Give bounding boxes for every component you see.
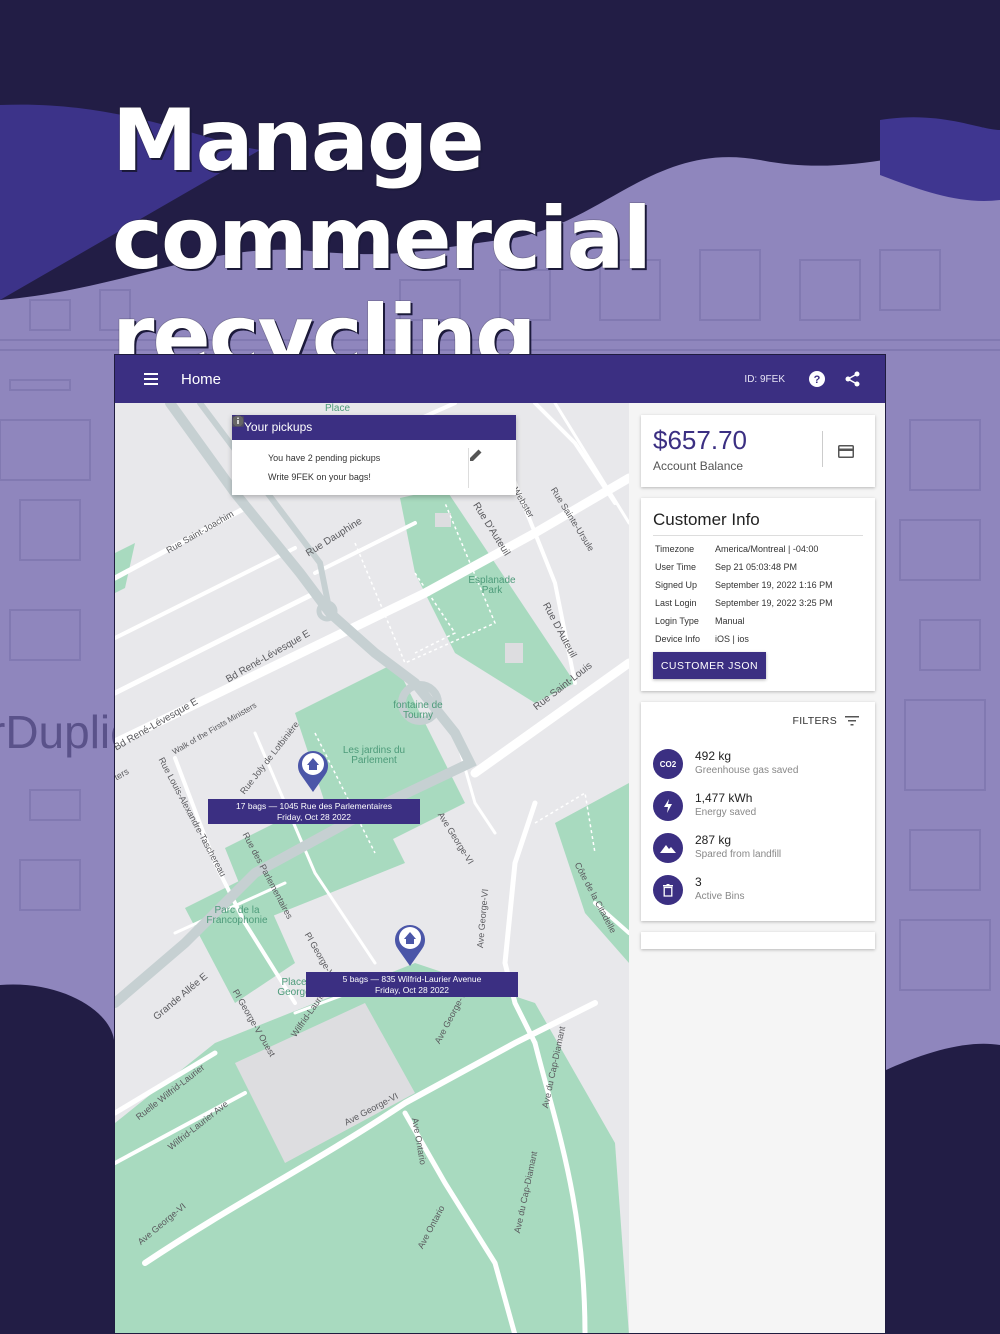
stat-value: 3 xyxy=(695,875,702,889)
page-title: Home xyxy=(181,370,222,388)
empty-card xyxy=(641,932,875,949)
info-row: Login Type Manual xyxy=(653,612,863,630)
help-icon: ? xyxy=(809,371,825,387)
stat-value: 1,477 kWh xyxy=(695,791,753,805)
mountain-icon xyxy=(653,833,683,863)
divider xyxy=(822,431,823,467)
pickup-marker-pin[interactable] xyxy=(393,921,427,967)
lightning-icon xyxy=(653,791,683,821)
balance-card: $657.70 Account Balance xyxy=(641,415,875,487)
info-key: Timezone xyxy=(655,544,695,554)
info-row: Last Login September 19, 2022 3:25 PM xyxy=(653,594,863,612)
app-bar: Home ID: 9FEK ? xyxy=(115,355,885,403)
info-icon xyxy=(232,415,244,427)
info-value: iOS | ios xyxy=(715,634,749,644)
stat-label: Energy saved xyxy=(695,807,757,818)
park-label: Parc de la Francophonie xyxy=(206,905,268,926)
info-row: Device Info iOS | ios xyxy=(653,630,863,648)
info-key: Signed Up xyxy=(655,580,698,590)
svg-text:?: ? xyxy=(814,374,821,386)
stat-landfill: 287 kg Spared from landfill xyxy=(653,833,781,867)
write-id-text: Write 9FEK on your bags! xyxy=(268,471,371,482)
customer-info-card: Customer Info Timezone America/Montreal |… xyxy=(641,498,875,691)
filters-button[interactable]: FILTERS xyxy=(792,715,859,727)
info-value: America/Montreal | -04:00 xyxy=(715,544,819,554)
menu-button[interactable] xyxy=(137,364,167,394)
filter-icon xyxy=(845,716,859,726)
headline-line-1: Manage commercial xyxy=(112,91,652,289)
right-panel: $657.70 Account Balance Customer Info Ti… xyxy=(641,415,875,960)
co2-icon-text: CO2 xyxy=(659,759,677,769)
stat-value: 492 kg xyxy=(695,749,732,763)
info-value: September 19, 2022 3:25 PM xyxy=(715,598,833,608)
info-value: September 19, 2022 1:16 PM xyxy=(715,580,833,590)
pickup-marker-label[interactable]: 17 bags — 1045 Rue des Parlementaires Fr… xyxy=(208,799,420,824)
filters-label: FILTERS xyxy=(792,715,837,727)
pickups-header: Your pickups xyxy=(232,415,516,440)
pickup-marker-pin[interactable] xyxy=(296,747,330,793)
edit-pickups-button[interactable] xyxy=(468,448,516,488)
stat-value: 287 kg xyxy=(695,833,732,847)
stat-label: Greenhouse gas saved xyxy=(695,765,799,776)
customer-json-button[interactable]: CUSTOMER JSON xyxy=(653,652,766,679)
marker-line-2: Friday, Oct 28 2022 xyxy=(374,984,450,995)
map-view[interactable]: Rue Saint-Joachim Rue Dauphine Rue D'Aut… xyxy=(115,403,629,1333)
credit-card-icon xyxy=(838,444,854,458)
trash-icon xyxy=(653,875,683,905)
customer-info-title: Customer Info xyxy=(653,510,863,536)
stat-greenhouse: CO2 492 kg Greenhouse gas saved xyxy=(653,749,798,783)
headline: Manage commercial recycling xyxy=(112,92,982,386)
info-key: Last Login xyxy=(655,598,697,608)
app-window: Home ID: 9FEK ? Rue Saint-Joachim Rue Da… xyxy=(114,354,886,1334)
co2-icon: CO2 xyxy=(653,749,683,779)
marker-line-1: 5 bags — 835 Wilfrid-Laurier Avenue xyxy=(342,974,482,984)
map-label: Place xyxy=(325,403,351,414)
info-key: User Time xyxy=(655,562,697,572)
pickup-marker-label[interactable]: 5 bags — 835 Wilfrid-Laurier Avenue Frid… xyxy=(306,972,518,997)
share-icon xyxy=(845,371,860,387)
stat-energy: 1,477 kWh Energy saved xyxy=(653,791,756,825)
info-key: Device Info xyxy=(655,634,701,644)
info-row: Signed Up September 19, 2022 1:16 PM xyxy=(653,576,863,594)
marker-line-1: 17 bags — 1045 Rue des Parlementaires xyxy=(236,801,392,811)
info-key: Login Type xyxy=(655,616,699,626)
info-row: User Time Sep 21 05:03:48 PM xyxy=(653,558,863,576)
marker-line-2: Friday, Oct 28 2022 xyxy=(276,811,352,822)
stat-label: Spared from landfill xyxy=(695,849,782,860)
balance-label: Account Balance xyxy=(653,459,744,473)
pending-pickups-text: You have 2 pending pickups xyxy=(268,452,381,463)
account-id: ID: 9FEK xyxy=(744,373,785,385)
balance-amount: $657.70 xyxy=(653,425,747,455)
map-canvas xyxy=(115,403,629,1333)
payment-button[interactable] xyxy=(834,439,858,463)
park-label: Les jardins du Parlement xyxy=(342,745,406,766)
stat-label: Active Bins xyxy=(695,891,745,902)
stats-card: FILTERS CO2 492 kg Greenhouse gas saved 1… xyxy=(641,702,875,921)
share-button[interactable] xyxy=(839,365,867,393)
park-label: Esplanade Park xyxy=(468,575,516,596)
help-button[interactable]: ? xyxy=(803,365,831,393)
park-label: fontaine de Tourny xyxy=(393,700,443,721)
stat-bins: 3 Active Bins xyxy=(653,875,744,909)
info-value: Sep 21 05:03:48 PM xyxy=(715,562,798,572)
pickups-card: Your pickups You have 2 pending pickups … xyxy=(232,415,516,495)
pencil-icon xyxy=(470,449,482,461)
info-value: Manual xyxy=(715,616,745,626)
hamburger-icon xyxy=(144,373,158,385)
info-row: Timezone America/Montreal | -04:00 xyxy=(653,540,863,558)
